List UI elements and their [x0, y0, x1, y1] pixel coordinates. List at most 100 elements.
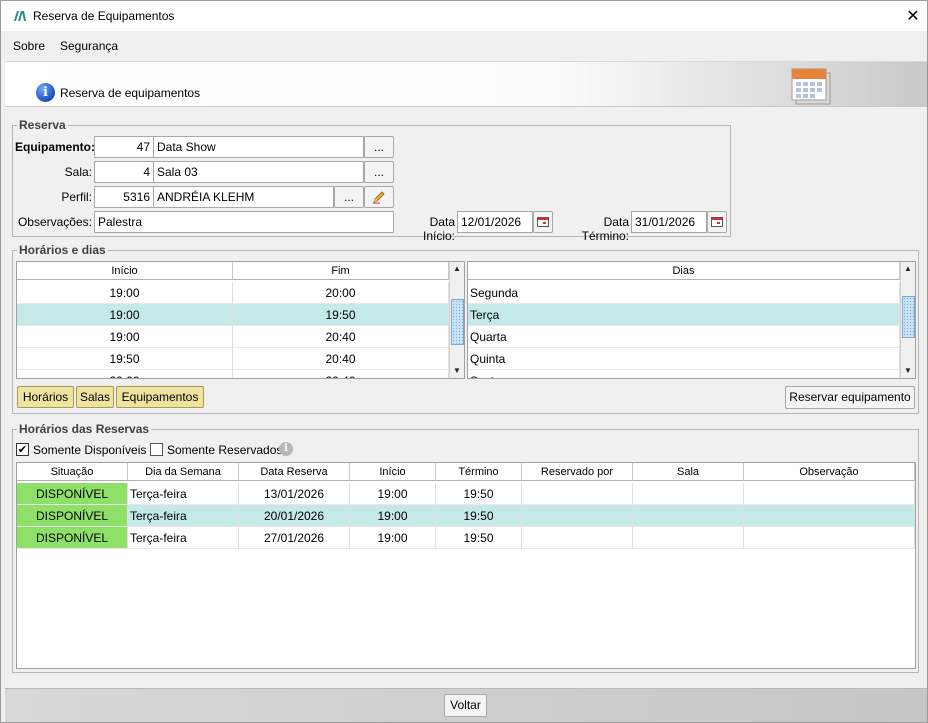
dia-semana-cell: Terça-feira	[128, 483, 239, 505]
horario-fim-cell: 20:40	[233, 370, 449, 378]
header-title: Reserva de equipamentos	[60, 86, 201, 100]
header-reservado-por[interactable]: Reservado por	[522, 463, 633, 481]
reservas-group-title: Horários das Reservas	[17, 422, 152, 436]
window-title: Reserva de Equipamentos	[33, 9, 175, 23]
perfil-browse-button[interactable]: ...	[334, 186, 364, 208]
data-termino-field[interactable]: 31/01/2026	[631, 211, 707, 233]
perfil-label: Perfil:	[61, 190, 92, 204]
header-inicio[interactable]: Início	[350, 463, 436, 481]
scroll-down-icon[interactable]: ▼	[901, 364, 915, 378]
header-termino[interactable]: Término	[436, 463, 522, 481]
scroll-up-icon[interactable]: ▲	[450, 262, 464, 276]
inicio-cell: 19:00	[350, 483, 436, 505]
scrollbar-thumb[interactable]	[451, 299, 464, 345]
table-row[interactable]: 19:00 20:00	[17, 282, 449, 304]
horarios-header-fim[interactable]: Fim	[233, 262, 449, 280]
equipamentos-button[interactable]: Equipamentos	[116, 386, 204, 408]
data-reserva-cell: 20/01/2026	[239, 505, 350, 527]
list-item[interactable]: Sexta	[468, 370, 900, 378]
app-window: Reserva de Equipamentos ✕ Sobre Seguranç…	[0, 0, 928, 723]
observacao-cell	[744, 527, 915, 549]
termino-cell: 19:50	[436, 483, 522, 505]
table-row[interactable]: 19:00 19:50	[17, 304, 449, 326]
close-icon[interactable]: ✕	[899, 3, 927, 29]
data-inicio-calendar-button[interactable]	[533, 211, 553, 233]
reservado-por-cell	[522, 483, 633, 505]
dia-cell: Sexta	[468, 370, 900, 378]
horario-inicio-cell: 19:00	[17, 326, 233, 348]
list-item[interactable]: Segunda	[468, 282, 900, 304]
horarios-grid[interactable]: Início Fim 19:00 20:00 19:00 19:50 19:00…	[16, 261, 465, 379]
menu-seguranca[interactable]: Segurança	[60, 39, 118, 53]
data-inicio-field[interactable]: 12/01/2026	[457, 211, 533, 233]
equipamento-label: Equipamento:	[15, 140, 95, 154]
info-icon: i	[36, 83, 55, 102]
sala-label: Sala:	[64, 165, 92, 179]
menu-sobre[interactable]: Sobre	[13, 39, 45, 53]
table-row[interactable]: DISPONÍVEL Terça-feira 27/01/2026 19:00 …	[17, 527, 915, 549]
data-inicio-label: Data Início:	[422, 215, 455, 243]
horarios-scrollbar[interactable]: ▲ ▼	[449, 262, 464, 378]
dia-cell: Segunda	[468, 282, 900, 304]
list-item[interactable]: Quinta	[468, 348, 900, 370]
dia-cell: Quinta	[468, 348, 900, 370]
sala-name-field[interactable]: Sala 03	[153, 161, 364, 183]
dias-scrollbar[interactable]: ▲ ▼	[900, 262, 915, 378]
reservar-equipamento-button[interactable]: Reservar equipamento	[785, 386, 915, 409]
sala-cell	[633, 483, 744, 505]
observacao-cell	[744, 505, 915, 527]
observacoes-field[interactable]: Palestra	[94, 211, 394, 233]
somente-disponiveis-label[interactable]: Somente Disponíveis	[33, 443, 146, 457]
perfil-name-field[interactable]: ANDRÉIA KLEHM	[153, 186, 334, 208]
equipamento-name-field[interactable]: Data Show	[153, 136, 364, 158]
inicio-cell: 19:00	[350, 505, 436, 527]
data-termino-calendar-button[interactable]	[707, 211, 727, 233]
table-row[interactable]: DISPONÍVEL Terça-feira 20/01/2026 19:00 …	[17, 505, 915, 527]
dias-grid[interactable]: Dias Segunda Terça Quarta Quinta Sexta ▲…	[467, 261, 916, 379]
sala-browse-button[interactable]: ...	[364, 161, 394, 183]
perfil-edit-button[interactable]	[364, 186, 394, 208]
info-small-icon: i	[279, 442, 293, 456]
horarios-header-inicio[interactable]: Início	[17, 262, 233, 280]
table-row[interactable]: DISPONÍVEL Terça-feira 13/01/2026 19:00 …	[17, 483, 915, 505]
horarios-button[interactable]: Horários	[17, 386, 74, 408]
horario-fim-cell: 20:40	[233, 326, 449, 348]
sala-code-field[interactable]: 4	[94, 161, 154, 183]
situacao-cell: DISPONÍVEL	[17, 527, 128, 549]
somente-reservados-checkbox[interactable]	[150, 443, 163, 456]
horario-inicio-cell: 19:00	[17, 304, 233, 326]
reservas-grid[interactable]: Situação Dia da Semana Data Reserva Iníc…	[16, 462, 916, 669]
somente-reservados-label[interactable]: Somente Reservados	[167, 443, 282, 457]
header-data-reserva[interactable]: Data Reserva	[239, 463, 350, 481]
table-row[interactable]: 19:00 20:40	[17, 326, 449, 348]
table-row[interactable]: 20:00 20:40	[17, 370, 449, 378]
observacao-cell	[744, 483, 915, 505]
header-sala[interactable]: Sala	[633, 463, 744, 481]
list-item[interactable]: Terça	[468, 304, 900, 326]
calendar-small-icon	[711, 217, 723, 227]
list-item[interactable]: Quarta	[468, 326, 900, 348]
dias-header[interactable]: Dias	[468, 262, 900, 280]
situacao-cell: DISPONÍVEL	[17, 505, 128, 527]
horario-inicio-cell: 20:00	[17, 370, 233, 378]
header-dia-semana[interactable]: Dia da Semana	[128, 463, 239, 481]
equipamento-browse-button[interactable]: ...	[364, 136, 394, 158]
data-reserva-cell: 27/01/2026	[239, 527, 350, 549]
scroll-up-icon[interactable]: ▲	[901, 262, 915, 276]
scroll-down-icon[interactable]: ▼	[450, 364, 464, 378]
voltar-button[interactable]: Voltar	[444, 694, 487, 717]
horarios-dias-group-title: Horários e dias	[17, 243, 108, 257]
scrollbar-thumb[interactable]	[902, 296, 915, 338]
perfil-code-field[interactable]: 5316	[94, 186, 154, 208]
salas-button[interactable]: Salas	[76, 386, 114, 408]
equipamento-code-field[interactable]: 47	[94, 136, 154, 158]
inicio-cell: 19:00	[350, 527, 436, 549]
reservado-por-cell	[522, 527, 633, 549]
dia-cell: Quarta	[468, 326, 900, 348]
header-situacao[interactable]: Situação	[17, 463, 128, 481]
horario-inicio-cell: 19:00	[17, 282, 233, 304]
somente-disponiveis-checkbox[interactable]: ✔	[16, 443, 29, 456]
header-observacao[interactable]: Observação	[744, 463, 915, 481]
table-row[interactable]: 19:50 20:40	[17, 348, 449, 370]
title-bar: Reserva de Equipamentos ✕	[1, 1, 927, 31]
